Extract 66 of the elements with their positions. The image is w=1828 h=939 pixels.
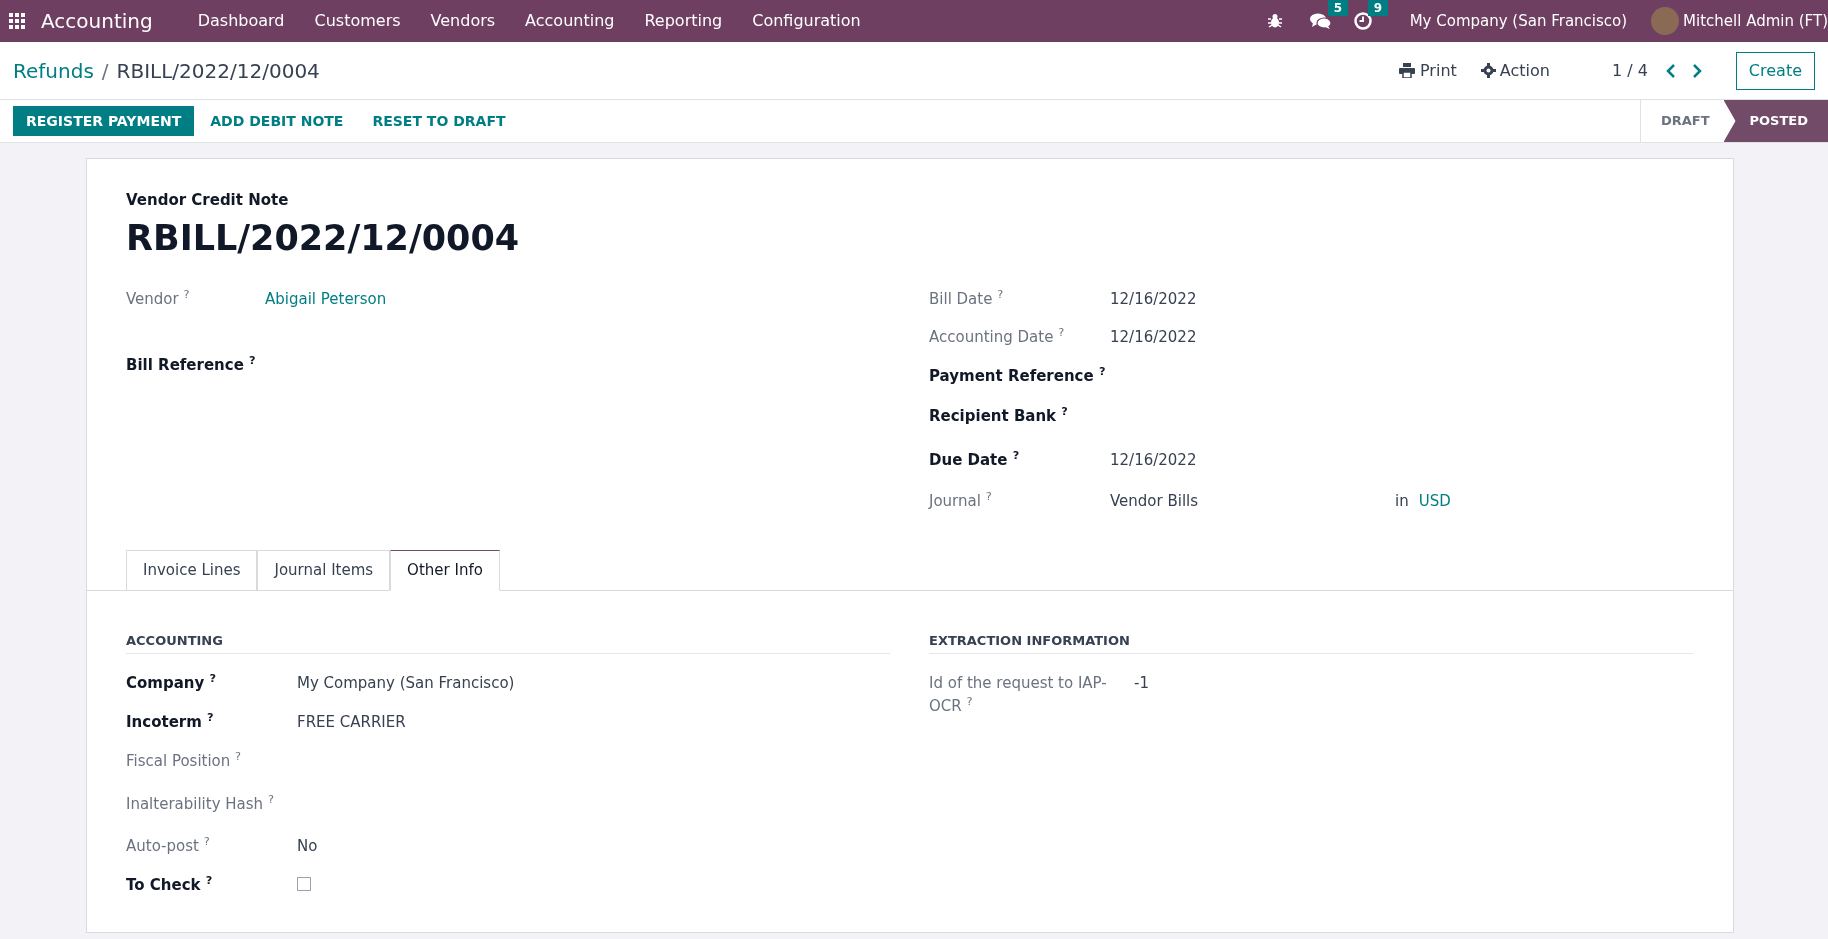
currency-link[interactable]: USD — [1418, 489, 1451, 512]
action-button[interactable]: REGISTER PAYMENT — [13, 106, 195, 136]
document-title: RBILL/2022/12/0004 — [126, 216, 521, 260]
field-text: in — [1395, 490, 1409, 512]
chevron-right-icon[interactable] — [1691, 63, 1702, 78]
create-button[interactable]: Create — [1735, 51, 1815, 90]
menu-item[interactable]: Vendors — [415, 9, 511, 33]
app-name[interactable]: Accounting — [41, 6, 153, 36]
field-label: Id of the request to IAP-OCR $^{?}$ — [929, 673, 1108, 717]
field-label: Company $^{?}$ — [126, 672, 217, 694]
gear-icon[interactable] — [1480, 63, 1496, 78]
field-value: FREE CARRIER — [297, 712, 406, 733]
breadcrumb-current: RBILL/2022/12/0004 — [116, 57, 320, 85]
field-value: No — [297, 836, 318, 857]
status-step[interactable]: POSTED — [1723, 100, 1828, 142]
form-tab[interactable]: Invoice Lines — [126, 549, 258, 591]
document-type-label: Vendor Credit Note — [126, 190, 290, 211]
bug-icon[interactable] — [1266, 13, 1283, 29]
field-value: 12/16/2022 — [1110, 326, 1197, 348]
field-label: Recipient Bank $^{?}$ — [929, 404, 1069, 427]
field-label: To Check $^{?}$ — [126, 874, 214, 896]
form-tab[interactable]: Other Info — [390, 549, 500, 591]
action-button[interactable]: ADD DEBIT NOTE — [197, 106, 357, 136]
menu-item[interactable]: Reporting — [629, 9, 738, 33]
field-label: Fiscal Position $^{?}$ — [126, 750, 243, 772]
pager-value: 1 / 4 — [1611, 59, 1648, 82]
activity-count-badge: 9 — [1367, 0, 1388, 16]
action-button[interactable]: Action — [1480, 58, 1550, 83]
field-value: Vendor Bills — [1110, 490, 1200, 512]
menu-item[interactable]: Configuration — [737, 9, 876, 33]
field-label: Bill Reference $^{?}$ — [126, 353, 257, 376]
print-button[interactable]: Print — [1399, 58, 1457, 83]
user-menu[interactable]: Mitchell Admin (FT) — [1683, 9, 1828, 33]
breadcrumb-separator: / — [101, 57, 109, 85]
field-label: Incoterm $^{?}$ — [126, 711, 215, 733]
message-count-badge: 5 — [1327, 0, 1348, 16]
breadcrumb-link[interactable]: Refunds — [13, 55, 94, 86]
checkbox[interactable] — [297, 877, 311, 891]
clock-icon[interactable] — [1353, 12, 1372, 30]
section-title: EXTRACTION INFORMATION — [929, 630, 1693, 654]
field-label: Accounting Date $^{?}$ — [929, 325, 1066, 348]
section-title: ACCOUNTING — [126, 630, 890, 654]
status-step[interactable]: DRAFT — [1640, 100, 1724, 142]
field-label: Inalterability Hash $^{?}$ — [126, 793, 275, 815]
field-label: Auto-post $^{?}$ — [126, 835, 211, 857]
field-value: 12/16/2022 — [1110, 288, 1197, 310]
user-avatar — [1651, 7, 1680, 35]
action-button[interactable]: RESET TO DRAFT — [359, 106, 519, 136]
menu-item[interactable]: Customers — [299, 9, 416, 33]
field-label: Bill Date $^{?}$ — [929, 287, 1005, 310]
menu-item[interactable]: Accounting — [510, 9, 630, 33]
menu-item[interactable]: Dashboard — [182, 9, 300, 33]
apps-menu-icon[interactable] — [9, 13, 25, 29]
field-value: 12/16/2022 — [1110, 449, 1197, 471]
print-icon[interactable] — [1399, 63, 1415, 78]
field-label: Due Date $^{?}$ — [929, 448, 1021, 471]
company-switcher[interactable]: My Company (San Francisco) — [1409, 9, 1628, 33]
chevron-left-icon[interactable] — [1665, 63, 1676, 78]
field-label: Payment Reference $^{?}$ — [929, 364, 1107, 387]
field-link[interactable]: Abigail Peterson — [265, 287, 387, 310]
field-value: -1 — [1134, 673, 1149, 694]
field-label: Vendor $^{?}$ — [126, 287, 191, 310]
field-value: My Company (San Francisco) — [297, 673, 515, 694]
form-tab[interactable]: Journal Items — [257, 549, 391, 591]
field-label: Journal $^{?}$ — [929, 489, 993, 512]
chat-icon[interactable] — [1309, 12, 1332, 30]
